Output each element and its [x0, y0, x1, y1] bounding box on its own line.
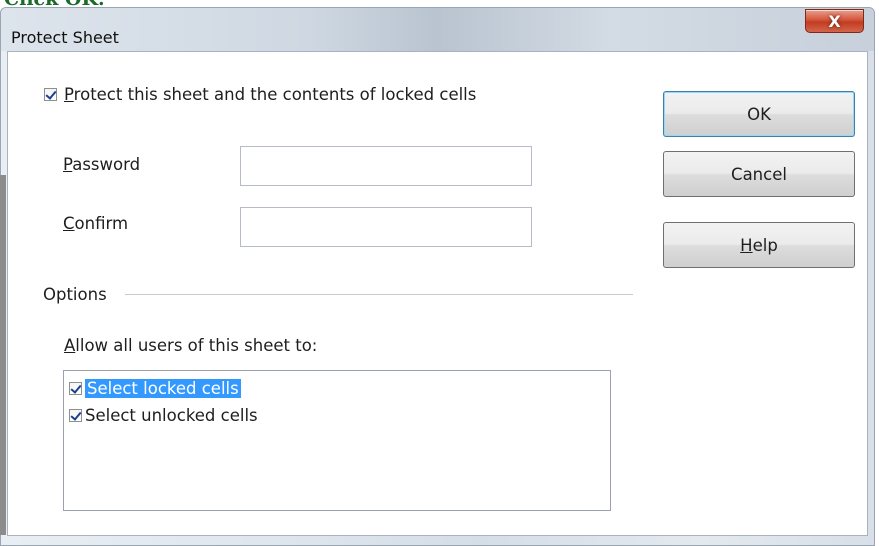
confirm-field[interactable]: [240, 207, 532, 247]
ok-button[interactable]: OK: [663, 91, 855, 137]
protect-sheet-label: Protect this sheet and the contents of l…: [64, 85, 477, 104]
dialog-body: Protect this sheet and the contents of l…: [7, 51, 868, 536]
permissions-listbox[interactable]: Select locked cells Select unlocked cell…: [63, 370, 611, 511]
options-divider: [125, 294, 633, 295]
allow-users-label: Allow all users of this sheet to:: [64, 336, 318, 355]
list-item[interactable]: Select locked cells: [69, 379, 241, 398]
close-icon: X: [828, 11, 841, 31]
close-button[interactable]: X: [805, 9, 864, 33]
confirm-label: Confirm: [63, 214, 129, 233]
select-unlocked-cells-checkbox[interactable]: [69, 409, 82, 422]
protect-sheet-checkbox[interactable]: [44, 88, 57, 101]
options-section-label: Options: [43, 285, 107, 304]
help-button[interactable]: Help: [663, 222, 855, 268]
title-bar[interactable]: Protect Sheet X: [1, 8, 874, 51]
cancel-button[interactable]: Cancel: [663, 151, 855, 197]
password-field[interactable]: [240, 146, 532, 186]
password-label: Password: [63, 155, 141, 174]
list-item-label: Select locked cells: [85, 379, 241, 398]
list-item[interactable]: Select unlocked cells: [69, 406, 258, 425]
select-locked-cells-checkbox[interactable]: [69, 382, 82, 395]
dialog-title: Protect Sheet: [11, 28, 119, 47]
background-edge: [0, 175, 6, 535]
protect-sheet-checkbox-row[interactable]: Protect this sheet and the contents of l…: [44, 85, 476, 104]
list-item-label: Select unlocked cells: [85, 406, 258, 425]
protect-sheet-dialog: Protect Sheet X Protect this sheet and t…: [0, 7, 875, 546]
